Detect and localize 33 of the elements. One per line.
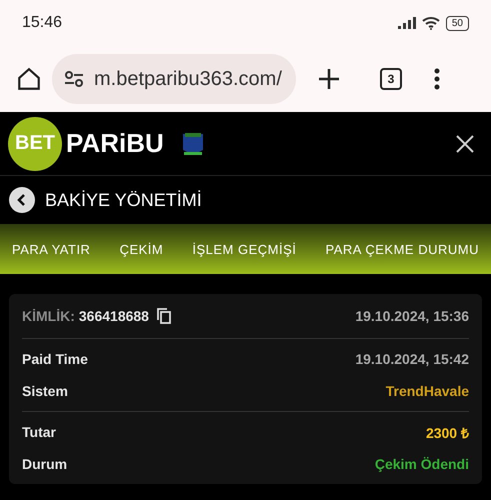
battery-level: 50 bbox=[446, 16, 469, 30]
home-icon[interactable] bbox=[16, 66, 42, 92]
created-date: 19.10.2024, 15:36 bbox=[355, 308, 469, 324]
add-icon[interactable] bbox=[318, 68, 340, 90]
logo-text: PARiBU bbox=[66, 128, 164, 159]
copy-icon[interactable] bbox=[156, 308, 171, 324]
address-bar[interactable]: m.betparibu363.com/ bbox=[52, 54, 296, 104]
field-label: Paid Time bbox=[22, 351, 88, 367]
status-time: 15:46 bbox=[22, 14, 62, 32]
field-value: 2300 ₺ bbox=[426, 424, 469, 442]
menu-icon[interactable] bbox=[434, 68, 440, 90]
field-label: Tutar bbox=[22, 424, 56, 440]
nav-tab[interactable]: ÇEKİM bbox=[120, 238, 164, 260]
nav-tab[interactable]: PARA YATIR bbox=[12, 238, 90, 260]
chevron-left-icon bbox=[16, 194, 28, 206]
logo-badge: BET bbox=[8, 116, 62, 170]
nav-tab[interactable]: PARA ÇEKME DURUMU bbox=[326, 238, 479, 260]
tune-icon bbox=[64, 71, 84, 87]
field-label: Sistem bbox=[22, 383, 68, 399]
id-label: KİMLİK: bbox=[22, 308, 75, 324]
wifi-icon bbox=[422, 16, 440, 30]
nav-tab[interactable]: İŞLEM GEÇMİŞİ bbox=[192, 238, 296, 260]
close-icon[interactable] bbox=[455, 134, 475, 154]
url-text: m.betparibu363.com/ bbox=[94, 68, 282, 90]
signal-icon bbox=[398, 17, 416, 29]
field-value: 19.10.2024, 15:42 bbox=[355, 351, 469, 367]
back-button[interactable] bbox=[9, 187, 35, 213]
id-value: 366418688 bbox=[78, 308, 149, 324]
field-value: TrendHavale bbox=[386, 383, 469, 399]
field-label: Durum bbox=[22, 456, 68, 472]
page-title: BAKİYE YÖNETİMİ bbox=[45, 190, 202, 210]
tab-count-button[interactable]: 3 bbox=[380, 68, 402, 90]
field-value: Çekim Ödendi bbox=[374, 456, 469, 472]
